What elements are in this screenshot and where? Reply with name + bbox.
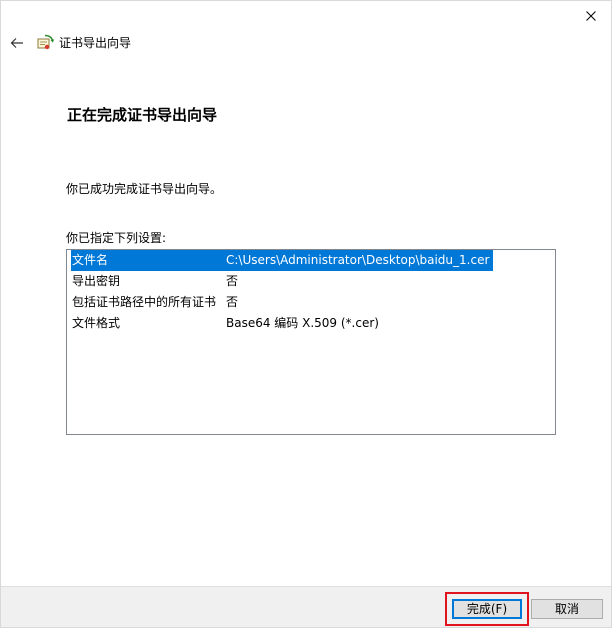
cancel-button[interactable]: 取消 <box>531 599 603 619</box>
certificate-export-wizard-window: 证书导出向导 正在完成证书导出向导 你已成功完成证书导出向导。 你已指定下列设置… <box>0 0 612 628</box>
wizard-footer: 完成(F) 取消 <box>1 586 611 627</box>
page-title: 正在完成证书导出向导 <box>67 106 218 124</box>
setting-name: 文件名 <box>71 250 226 271</box>
settings-label: 你已指定下列设置: <box>66 231 167 245</box>
settings-row-file-format[interactable]: 文件格式 Base64 编码 X.509 (*.cer) <box>67 313 555 334</box>
close-icon <box>586 11 596 21</box>
setting-value: C:\Users\Administrator\Desktop\baidu_1.c… <box>226 250 494 271</box>
setting-value: 否 <box>226 295 239 309</box>
settings-row-file-name[interactable]: 文件名 C:\Users\Administrator\Desktop\baidu… <box>67 250 555 271</box>
setting-value: Base64 编码 X.509 (*.cer) <box>226 316 379 330</box>
back-button[interactable] <box>7 33 27 53</box>
setting-name: 文件格式 <box>72 316 121 330</box>
wizard-header: 证书导出向导 <box>1 31 611 55</box>
close-button[interactable] <box>571 1 611 31</box>
success-message: 你已成功完成证书导出向导。 <box>66 182 223 196</box>
settings-list[interactable]: 文件名 C:\Users\Administrator\Desktop\baidu… <box>66 249 556 435</box>
setting-name: 导出密钥 <box>72 274 121 288</box>
settings-row-include-all-certs[interactable]: 包括证书路径中的所有证书 否 <box>67 292 555 313</box>
settings-row-export-key[interactable]: 导出密钥 否 <box>67 271 555 292</box>
arrow-left-icon <box>10 38 23 48</box>
setting-name: 包括证书路径中的所有证书 <box>72 295 217 309</box>
finish-button[interactable]: 完成(F) <box>452 599 522 619</box>
window-title: 证书导出向导 <box>59 36 132 50</box>
setting-value: 否 <box>226 274 239 288</box>
certificate-wizard-icon <box>37 34 55 50</box>
